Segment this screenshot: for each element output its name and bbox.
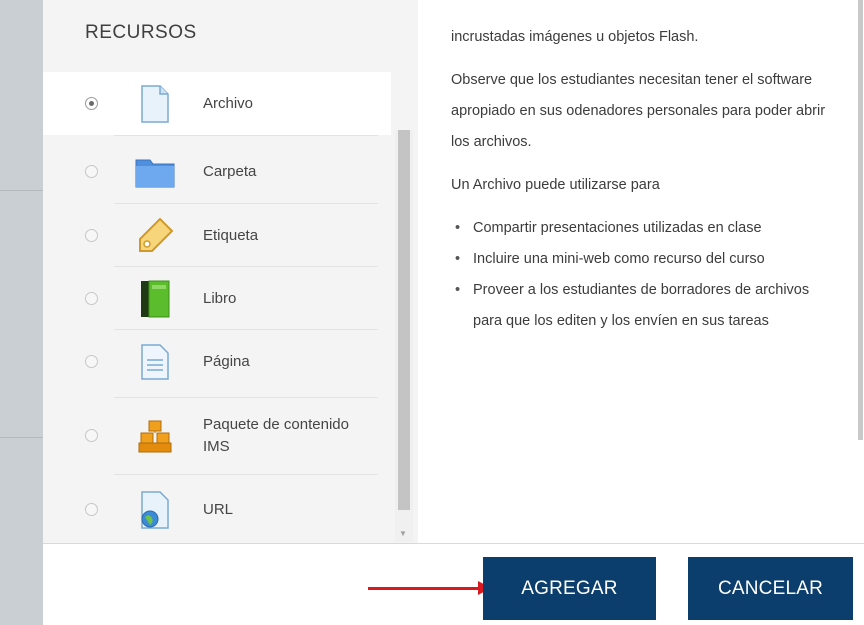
module-label: Paquete de contenido IMS: [203, 415, 349, 455]
module-option-pagina[interactable]: Página: [43, 329, 393, 393]
radio-url[interactable]: [85, 503, 98, 516]
radio-etiqueta[interactable]: [85, 229, 98, 242]
modules-panel: RECURSOS Archivo Carpeta Etiqueta Libro …: [43, 0, 418, 543]
row-divider: [114, 397, 378, 398]
radio-carpeta[interactable]: [85, 165, 98, 178]
module-option-paquete-ims[interactable]: Paquete de contenido IMS: [43, 397, 393, 473]
page-background-gutter: [0, 0, 43, 625]
radio-libro[interactable]: [85, 292, 98, 305]
module-label: Archivo: [203, 94, 254, 112]
folder-icon: [134, 151, 176, 193]
gutter-divider: [0, 190, 43, 191]
page-icon: [134, 341, 176, 383]
row-divider: [114, 135, 378, 136]
gutter-divider: [0, 437, 43, 438]
annotation-arrow: [368, 587, 486, 590]
section-title: RECURSOS: [85, 22, 197, 43]
module-label: Libro: [203, 289, 237, 307]
list-item: Compartir presentaciones utilizadas en c…: [451, 213, 841, 244]
footer-divider: [43, 543, 864, 544]
cancel-button[interactable]: CANCELAR: [688, 557, 853, 620]
file-icon: [134, 83, 176, 125]
module-label: Carpeta: [203, 162, 257, 180]
row-divider: [114, 329, 378, 330]
ims-package-icon: [134, 415, 176, 457]
radio-paquete-ims[interactable]: [85, 429, 98, 442]
module-label: Página: [203, 352, 250, 370]
scrollbar-thumb[interactable]: [858, 0, 863, 440]
module-help-text: incrustadas imágenes u objetos Flash. Ob…: [451, 22, 841, 337]
list-item: Incluire una mini-web como recurso del c…: [451, 244, 841, 275]
row-divider: [114, 474, 378, 475]
module-option-archivo[interactable]: Archivo: [43, 72, 391, 135]
module-option-etiqueta[interactable]: Etiqueta: [43, 203, 393, 267]
module-label: Etiqueta: [203, 226, 259, 244]
module-option-url[interactable]: URL: [43, 474, 393, 541]
list-item: Proveer a los estudiantes de borradores …: [451, 275, 841, 337]
add-button[interactable]: AGREGAR: [483, 557, 656, 620]
help-note: Observe que los estudiantes necesitan te…: [451, 72, 826, 150]
scroll-down-arrow-icon[interactable]: ▼: [399, 529, 407, 538]
help-uses-title: Un Archivo puede utilizarse para: [451, 177, 660, 193]
help-scrollbar[interactable]: [855, 0, 864, 440]
modules-scrollbar[interactable]: ▼: [395, 130, 413, 542]
row-divider: [114, 266, 378, 267]
radio-archivo[interactable]: [85, 97, 98, 110]
module-label: URL: [203, 500, 234, 518]
activity-chooser-dialog: RECURSOS Archivo Carpeta Etiqueta Libro …: [43, 0, 864, 625]
url-icon: [134, 489, 176, 531]
scrollbar-thumb[interactable]: [398, 130, 410, 510]
module-option-carpeta[interactable]: Carpeta: [43, 135, 393, 203]
tag-icon: [134, 215, 176, 257]
book-icon: [134, 278, 176, 320]
help-intro: incrustadas imágenes u objetos Flash.: [451, 29, 699, 45]
module-option-libro[interactable]: Libro: [43, 266, 393, 330]
radio-pagina[interactable]: [85, 355, 98, 368]
help-uses-list: Compartir presentaciones utilizadas en c…: [451, 213, 841, 337]
row-divider: [114, 203, 378, 204]
